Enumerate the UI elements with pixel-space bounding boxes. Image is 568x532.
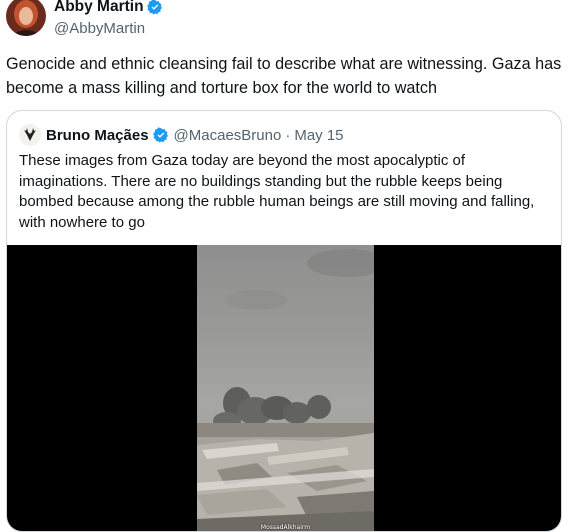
author-handle[interactable]: @AbbyMartin — [54, 18, 163, 40]
quoted-tweet-media[interactable]: MossadAlkhairm — [7, 245, 561, 531]
quoted-author-avatar[interactable] — [19, 124, 41, 146]
separator-dot: · — [285, 126, 291, 144]
quoted-tweet-date[interactable]: May 15 — [294, 127, 343, 144]
quoted-tweet-header: Bruno Maçães @MacaesBruno · May 15 — [19, 124, 344, 146]
quoted-author-display-name[interactable]: Bruno Maçães — [46, 127, 149, 144]
verified-badge-icon — [152, 127, 168, 143]
scene-image — [197, 249, 374, 531]
tweet-text: Genocide and ethnic cleansing fail to de… — [6, 55, 562, 97]
quoted-tweet-text: These images from Gaza today are beyond … — [19, 152, 535, 231]
video-watermark: MossadAlkhairm — [260, 524, 311, 531]
deer-logo-avatar — [19, 124, 41, 146]
tweet-header: Abby Martin @AbbyMartin — [6, 0, 163, 40]
author-display-name[interactable]: Abby Martin — [54, 0, 144, 17]
video-frame[interactable]: MossadAlkhairm — [197, 245, 374, 531]
verified-badge-icon — [146, 0, 162, 15]
quoted-author-handle[interactable]: @MacaesBruno — [174, 127, 282, 144]
quoted-tweet-card[interactable]: Bruno Maçães @MacaesBruno · May 15 These… — [6, 110, 562, 532]
author-avatar[interactable] — [6, 0, 46, 36]
